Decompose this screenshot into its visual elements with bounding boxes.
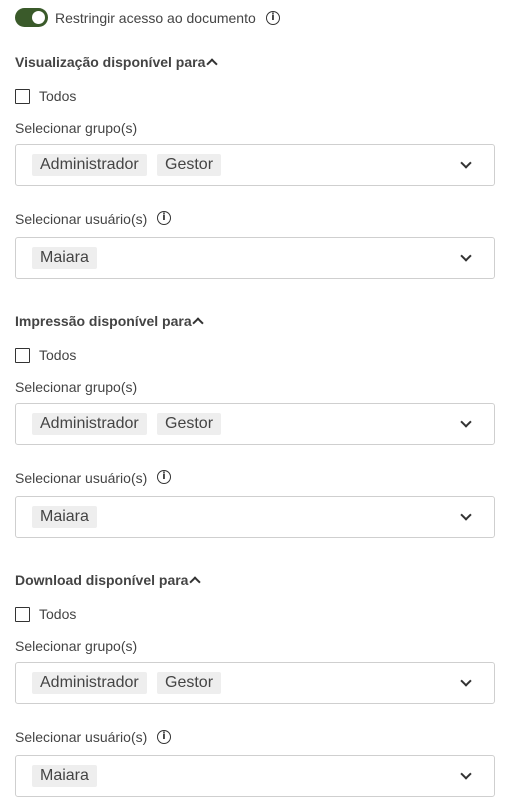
chevron-up-icon[interactable] bbox=[192, 317, 204, 329]
download-users-label: Selecionar usuário(s) bbox=[15, 729, 148, 745]
info-icon[interactable]: i bbox=[157, 470, 171, 484]
download-all-checkbox[interactable] bbox=[15, 607, 30, 622]
chevron-down-icon[interactable] bbox=[460, 768, 472, 780]
download-section-title: Download disponível para bbox=[15, 572, 189, 588]
download-users-select[interactable]: Maiara bbox=[15, 755, 495, 797]
print-all-checkbox[interactable] bbox=[15, 348, 30, 363]
print-users-label: Selecionar usuário(s) bbox=[15, 470, 148, 486]
info-icon[interactable]: i bbox=[157, 211, 171, 225]
user-chip[interactable]: Maiara bbox=[32, 506, 97, 528]
group-chip[interactable]: Administrador bbox=[32, 154, 147, 176]
restrict-access-label: Restringir acesso ao documento bbox=[55, 10, 256, 26]
view-all-label: Todos bbox=[39, 88, 77, 104]
print-section-title: Impressão disponível para bbox=[15, 313, 192, 329]
print-users-select[interactable]: Maiara bbox=[15, 496, 495, 538]
chevron-up-icon[interactable] bbox=[189, 576, 201, 588]
view-users-label: Selecionar usuário(s) bbox=[15, 211, 148, 227]
group-chip[interactable]: Gestor bbox=[157, 154, 222, 176]
view-all-checkbox[interactable] bbox=[15, 89, 30, 104]
chevron-down-icon[interactable] bbox=[460, 250, 472, 262]
view-groups-label: Selecionar grupo(s) bbox=[15, 120, 138, 136]
print-groups-label: Selecionar grupo(s) bbox=[15, 379, 138, 395]
chevron-down-icon[interactable] bbox=[460, 509, 472, 521]
print-all-label: Todos bbox=[39, 347, 77, 363]
group-chip[interactable]: Gestor bbox=[157, 413, 222, 435]
chevron-down-icon[interactable] bbox=[460, 675, 472, 687]
group-chip[interactable]: Administrador bbox=[32, 413, 147, 435]
print-groups-select[interactable]: Administrador Gestor bbox=[15, 403, 495, 445]
download-all-label: Todos bbox=[39, 606, 77, 622]
info-icon[interactable]: i bbox=[266, 11, 280, 25]
view-groups-select[interactable]: Administrador Gestor bbox=[15, 144, 495, 186]
restrict-access-toggle[interactable] bbox=[15, 8, 48, 27]
view-users-select[interactable]: Maiara bbox=[15, 237, 495, 279]
download-groups-select[interactable]: Administrador Gestor bbox=[15, 662, 495, 704]
chevron-down-icon[interactable] bbox=[460, 416, 472, 428]
chevron-up-icon[interactable] bbox=[206, 58, 218, 70]
chevron-down-icon[interactable] bbox=[460, 157, 472, 169]
download-groups-label: Selecionar grupo(s) bbox=[15, 638, 138, 654]
group-chip[interactable]: Administrador bbox=[32, 672, 147, 694]
group-chip[interactable]: Gestor bbox=[157, 672, 222, 694]
user-chip[interactable]: Maiara bbox=[32, 247, 97, 269]
info-icon[interactable]: i bbox=[157, 730, 171, 744]
user-chip[interactable]: Maiara bbox=[32, 765, 97, 787]
toggle-knob bbox=[32, 11, 45, 24]
view-section-title: Visualização disponível para bbox=[15, 54, 206, 70]
